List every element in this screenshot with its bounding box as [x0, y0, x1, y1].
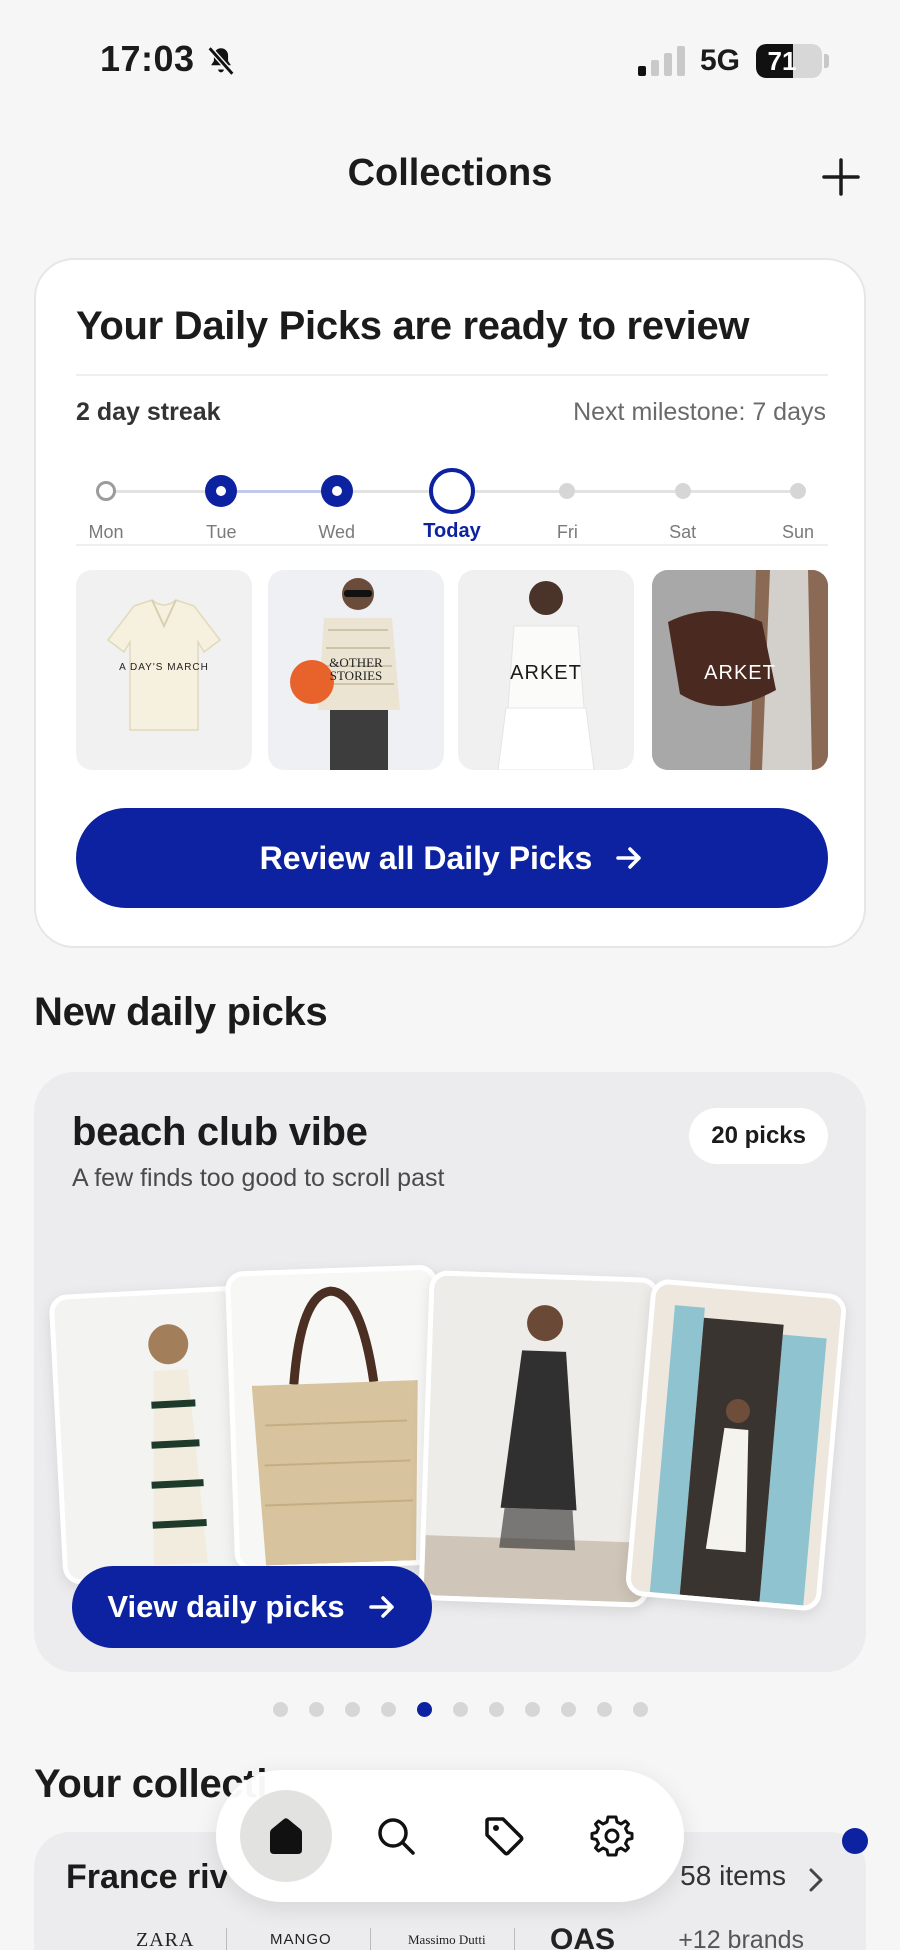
milestone-label: Next milestone: 7 days: [573, 398, 826, 426]
view-daily-picks-button[interactable]: View daily picks: [72, 1566, 432, 1648]
streak-day-label: Wed: [318, 522, 355, 542]
battery-icon: 71: [756, 44, 822, 78]
streak-day: Fri: [522, 450, 612, 542]
streak-day-marker: [674, 483, 691, 499]
arrow-right-icon: [616, 847, 642, 869]
home-icon: [270, 1818, 302, 1854]
streak-day: Sun: [753, 450, 843, 542]
streak-day: Wed: [292, 450, 382, 542]
daily-picks-heading: Your Daily Picks are ready to review: [76, 304, 750, 348]
tab-deals[interactable]: [458, 1790, 550, 1882]
pager-dot[interactable]: [596, 1702, 612, 1717]
streak-day: Mon: [61, 450, 151, 542]
tab-search[interactable]: [350, 1790, 442, 1882]
pick-thumbnail[interactable]: &OTHER STORIES: [268, 570, 444, 770]
gear-icon: [590, 1815, 634, 1857]
streak-day-marker: [320, 475, 353, 507]
daily-picks-collection-card[interactable]: beach club vibe A few finds too good to …: [34, 1072, 866, 1672]
pager-dot[interactable]: [452, 1702, 468, 1717]
thumbnail-brand: ARKET: [704, 662, 776, 684]
pager-dot[interactable]: [560, 1702, 576, 1717]
thumbnail-brand: ARKET: [510, 662, 582, 684]
pick-thumbnail[interactable]: ARKET: [458, 570, 634, 770]
streak-day-marker: [205, 475, 238, 507]
collection-brands: ZARA MANGO Massimo Dutti OAS +12 brands: [64, 1920, 844, 1950]
pager-dot[interactable]: [416, 1702, 432, 1717]
new-daily-picks-title: New daily picks: [34, 990, 328, 1034]
streak-day-marker: [790, 483, 806, 499]
photo-crochet-dress: [418, 1270, 660, 1608]
signal-icon: [638, 46, 685, 76]
brand-separator: [514, 1928, 515, 1950]
photo-doorway: [624, 1278, 848, 1612]
battery-nub: [824, 54, 829, 68]
streak-day: Sat: [638, 450, 728, 542]
thumbnail-brand: &OTHER STORIES: [329, 655, 383, 683]
streak-day-label: Fri: [556, 522, 578, 542]
tab-home[interactable]: [240, 1790, 332, 1882]
streak-day-label: Today: [423, 520, 481, 542]
thumbnail-brand: A DAY'S MARCH: [119, 662, 209, 673]
pager-dot[interactable]: [488, 1702, 504, 1717]
streak-day: Tue: [176, 450, 266, 542]
brand-separator: [370, 1928, 371, 1950]
arrow-right-icon: [368, 1596, 394, 1618]
pager-dot[interactable]: [524, 1702, 540, 1717]
divider: [76, 544, 828, 546]
divider: [76, 374, 828, 376]
streak-day-label: Tue: [206, 522, 237, 542]
search-icon: [378, 1818, 415, 1855]
streak-day-marker: [429, 468, 475, 514]
tag-icon: [485, 1817, 524, 1856]
streak-day-label: Sun: [781, 522, 815, 542]
chevron-right-icon: [809, 1868, 823, 1892]
streak-day-marker: [96, 481, 116, 501]
status-bar: 17:03 5G 71: [0, 0, 900, 120]
plus-icon[interactable]: [818, 154, 864, 200]
carousel-pager[interactable]: [0, 1702, 900, 1717]
view-daily-picks-label: View daily picks: [107, 1589, 345, 1624]
streak-label: 2 day streak: [76, 398, 221, 426]
pager-dot[interactable]: [272, 1702, 288, 1717]
brand-logo: MANGO: [270, 1931, 332, 1948]
tab-bar: [216, 1770, 684, 1902]
streak-day-marker: [559, 483, 576, 499]
review-all-label: Review all Daily Picks: [259, 839, 593, 876]
pager-dot[interactable]: [308, 1702, 324, 1717]
streak-day-label: Mon: [88, 522, 124, 542]
photo-tote-bag: [224, 1264, 448, 1572]
brand-logo: ZARA: [136, 1929, 195, 1950]
collection-subtitle: A few finds too good to scroll past: [72, 1164, 445, 1192]
daily-picks-card: Your Daily Picks are ready to review 2 d…: [34, 258, 866, 948]
pick-thumbnail[interactable]: A DAY'S MARCH: [76, 570, 252, 770]
streak-week: Mon Tue Wed Today Fri Sat Sun: [76, 450, 828, 550]
collection-item-count: 58 items: [680, 1860, 786, 1891]
pager-dot[interactable]: [632, 1702, 648, 1717]
more-brands-label: +12 brands: [678, 1926, 804, 1950]
pager-dot[interactable]: [344, 1702, 360, 1717]
streak-day-label: Sat: [669, 522, 697, 542]
streak-day: Today: [407, 450, 497, 542]
bell-slash-icon: [207, 46, 235, 76]
brand-logo: OAS: [550, 1923, 616, 1950]
picks-count-badge: 20 picks: [689, 1108, 828, 1164]
collection-name: France riv: [66, 1858, 229, 1896]
notification-dot[interactable]: [842, 1828, 868, 1854]
status-time: 17:03: [100, 38, 195, 79]
daily-picks-thumbnails: A DAY'S MARCH &OTHER STORIES ARKET ARKET: [76, 570, 828, 770]
review-all-button[interactable]: Review all Daily Picks: [76, 808, 828, 908]
tab-settings[interactable]: [566, 1790, 658, 1882]
battery-level: 71: [767, 46, 797, 76]
brand-logo: Massimo Dutti: [408, 1932, 486, 1947]
brand-separator: [226, 1928, 227, 1950]
network-label: 5G: [700, 44, 741, 77]
page-title: Collections: [347, 152, 553, 194]
pick-thumbnail[interactable]: ARKET: [652, 570, 828, 770]
collection-title: beach club vibe: [72, 1110, 368, 1154]
pager-dot[interactable]: [380, 1702, 396, 1717]
